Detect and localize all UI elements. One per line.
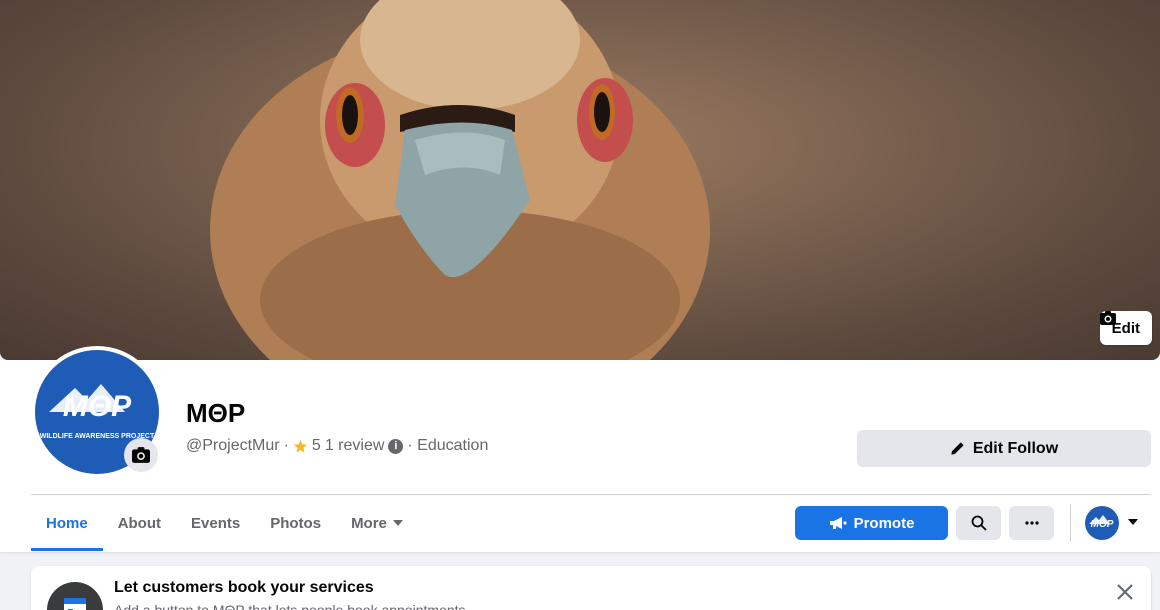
promote-button[interactable]: Promote bbox=[795, 506, 948, 540]
page-root: Edit MΘP WILDLIFE AWARENESS PROJECT MΘP … bbox=[0, 0, 1160, 610]
cover-photo[interactable]: Edit bbox=[0, 0, 1160, 360]
tab-photos[interactable]: Photos bbox=[255, 495, 336, 551]
page-tabs: Home About Events Photos More bbox=[31, 495, 418, 551]
page-handle: @ProjectMur bbox=[186, 437, 280, 454]
search-icon bbox=[971, 515, 987, 531]
tab-label: Events bbox=[191, 514, 241, 532]
bird-illustration bbox=[210, 0, 710, 360]
tab-label: Photos bbox=[270, 514, 322, 532]
booking-card-subtitle: Add a button to MΘP that lets people boo… bbox=[114, 602, 470, 610]
star-icon bbox=[293, 439, 307, 453]
tab-label: About bbox=[117, 514, 162, 532]
edit-cover-button[interactable]: Edit bbox=[1099, 311, 1152, 345]
tab-about[interactable]: About bbox=[103, 495, 176, 551]
change-avatar-button[interactable] bbox=[124, 438, 158, 472]
tab-events[interactable]: Events bbox=[176, 495, 255, 551]
page-meta: @ProjectMur · 5 1 review i · Education bbox=[186, 437, 488, 455]
pencil-icon bbox=[951, 442, 964, 455]
rating-value: 5 bbox=[311, 437, 321, 454]
camera-icon bbox=[132, 447, 150, 463]
tab-more[interactable]: More bbox=[336, 495, 418, 551]
logo-mini-text: MΘP bbox=[1091, 519, 1114, 530]
booking-card-title: Let customers book your services bbox=[114, 579, 374, 596]
promote-label: Promote bbox=[853, 514, 915, 532]
page-title: MΘP bbox=[186, 398, 246, 428]
camera-icon bbox=[1099, 311, 1116, 325]
action-separator bbox=[1070, 504, 1071, 542]
edit-cover-label: Edit bbox=[1111, 319, 1140, 337]
booking-suggestion-card: Let customers book your services Add a b… bbox=[31, 566, 1151, 610]
megaphone-icon bbox=[829, 517, 847, 529]
edit-follow-label: Edit Follow bbox=[972, 439, 1059, 457]
account-caret-icon[interactable] bbox=[1128, 519, 1138, 525]
calendar-icon bbox=[47, 582, 103, 610]
more-options-button[interactable] bbox=[1009, 506, 1054, 540]
close-icon[interactable] bbox=[1113, 580, 1137, 604]
page-category: · Education bbox=[407, 437, 489, 454]
search-button[interactable] bbox=[956, 506, 1001, 540]
caret-down-icon bbox=[392, 520, 403, 526]
meta-separator: · bbox=[283, 437, 289, 454]
account-switcher-avatar[interactable]: MΘP bbox=[1085, 506, 1119, 540]
logo-text: MΘP bbox=[63, 390, 132, 423]
tab-home[interactable]: Home bbox=[31, 495, 103, 551]
logo-mini-icon: MΘP bbox=[1089, 515, 1114, 530]
info-icon[interactable]: i bbox=[388, 438, 404, 454]
ellipsis-icon bbox=[1024, 521, 1039, 525]
edit-follow-button[interactable]: Edit Follow bbox=[857, 430, 1151, 467]
review-count-link[interactable]: 1 review bbox=[325, 437, 385, 455]
tab-label: Home bbox=[46, 514, 88, 532]
tab-label: More bbox=[351, 514, 387, 532]
